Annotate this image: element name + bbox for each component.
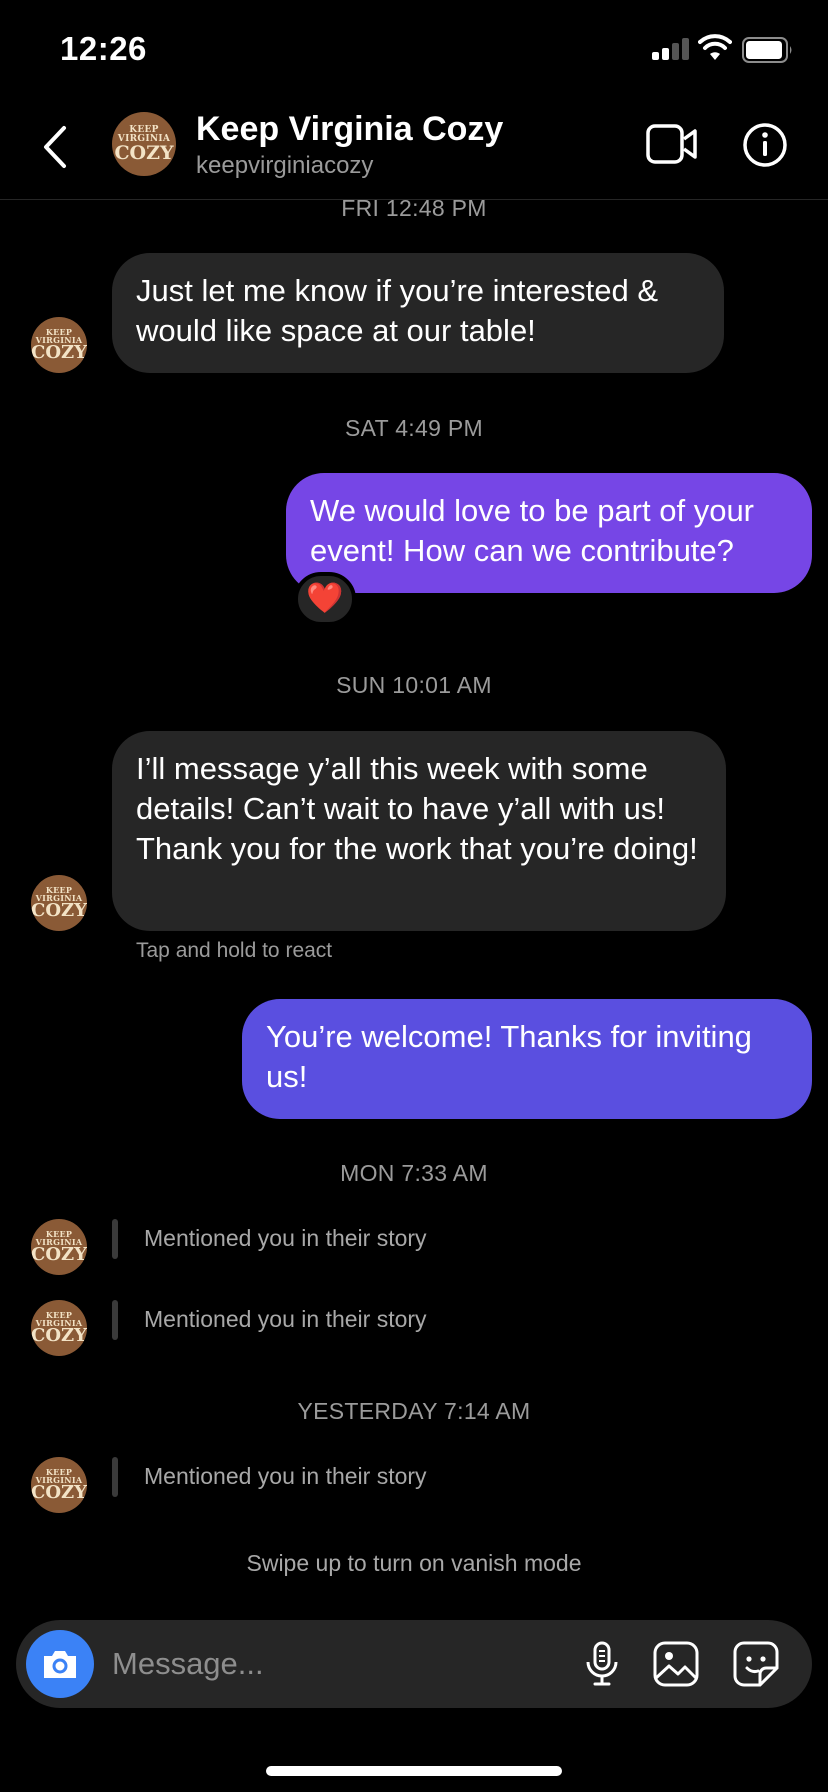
wifi-icon xyxy=(698,34,732,60)
story-mention-text: Mentioned you in their story xyxy=(144,1463,427,1489)
vanish-mode-hint: Swipe up to turn on vanish mode xyxy=(246,1550,582,1576)
avatar-text-bottom: COZY xyxy=(31,1482,87,1503)
sender-avatar[interactable]: KEEP VIRGINIA COZY xyxy=(31,1219,87,1275)
avatar-text-bottom: COZY xyxy=(31,1244,87,1265)
home-indicator xyxy=(266,1766,562,1776)
camera-button[interactable] xyxy=(26,1630,94,1698)
story-mention-bar xyxy=(112,1219,118,1259)
back-arrow-icon[interactable] xyxy=(36,122,76,172)
status-time: 12:26 xyxy=(60,30,147,67)
avatar-text-bottom: COZY xyxy=(114,141,174,164)
cellular-signal-icon xyxy=(652,38,690,60)
sticker-icon[interactable] xyxy=(732,1640,780,1688)
header-avatar[interactable]: KEEP VIRGINIA COZY xyxy=(112,112,176,176)
sender-avatar[interactable]: KEEP VIRGINIA COZY xyxy=(31,1300,87,1356)
message-input[interactable] xyxy=(112,1634,482,1694)
chat-username[interactable]: keepvirginiacozy xyxy=(196,152,373,180)
heart-reaction[interactable]: ❤️ xyxy=(294,572,356,626)
message-composer xyxy=(16,1620,812,1708)
incoming-message[interactable]: Just let me know if you’re interested & … xyxy=(112,253,724,373)
incoming-message[interactable]: I’ll message y’all this week with some d… xyxy=(112,731,726,931)
sender-avatar[interactable]: KEEP VIRGINIA COZY xyxy=(31,875,87,931)
sender-avatar[interactable]: KEEP VIRGINIA COZY xyxy=(31,1457,87,1513)
heart-reaction-emoji: ❤️ xyxy=(306,582,344,615)
avatar-text-bottom: COZY xyxy=(31,342,87,363)
story-mention-bar xyxy=(112,1300,118,1340)
avatar-text-bottom: COZY xyxy=(31,1325,87,1346)
video-call-icon[interactable] xyxy=(646,122,698,166)
gallery-icon[interactable] xyxy=(652,1640,700,1688)
info-icon[interactable] xyxy=(742,122,788,168)
battery-icon xyxy=(742,37,792,63)
story-mention-bar xyxy=(112,1457,118,1497)
outgoing-message[interactable]: We would love to be part of your event! … xyxy=(286,473,812,593)
status-bar: 12:26 xyxy=(0,0,828,100)
avatar-text-bottom: COZY xyxy=(31,900,87,921)
outgoing-message[interactable]: You’re welcome! Thanks for inviting us! xyxy=(242,999,812,1119)
sender-avatar[interactable]: KEEP VIRGINIA COZY xyxy=(31,317,87,373)
timestamp: SUN 10:01 AM xyxy=(336,672,492,698)
timestamp: MON 7:33 AM xyxy=(340,1160,488,1186)
camera-icon xyxy=(44,1651,76,1678)
microphone-icon[interactable] xyxy=(578,1640,626,1688)
timestamp: YESTERDAY 7:14 AM xyxy=(297,1398,531,1424)
timestamp: SAT 4:49 PM xyxy=(345,415,483,441)
chat-title[interactable]: Keep Virginia Cozy xyxy=(196,110,503,149)
timestamp: FRI 12:48 PM xyxy=(341,195,487,221)
react-hint: Tap and hold to react xyxy=(136,939,333,962)
chat-header: KEEP VIRGINIA COZY Keep Virginia Cozy ke… xyxy=(0,100,828,200)
story-mention-text: Mentioned you in their story xyxy=(144,1306,427,1332)
story-mention-text: Mentioned you in their story xyxy=(144,1225,427,1251)
